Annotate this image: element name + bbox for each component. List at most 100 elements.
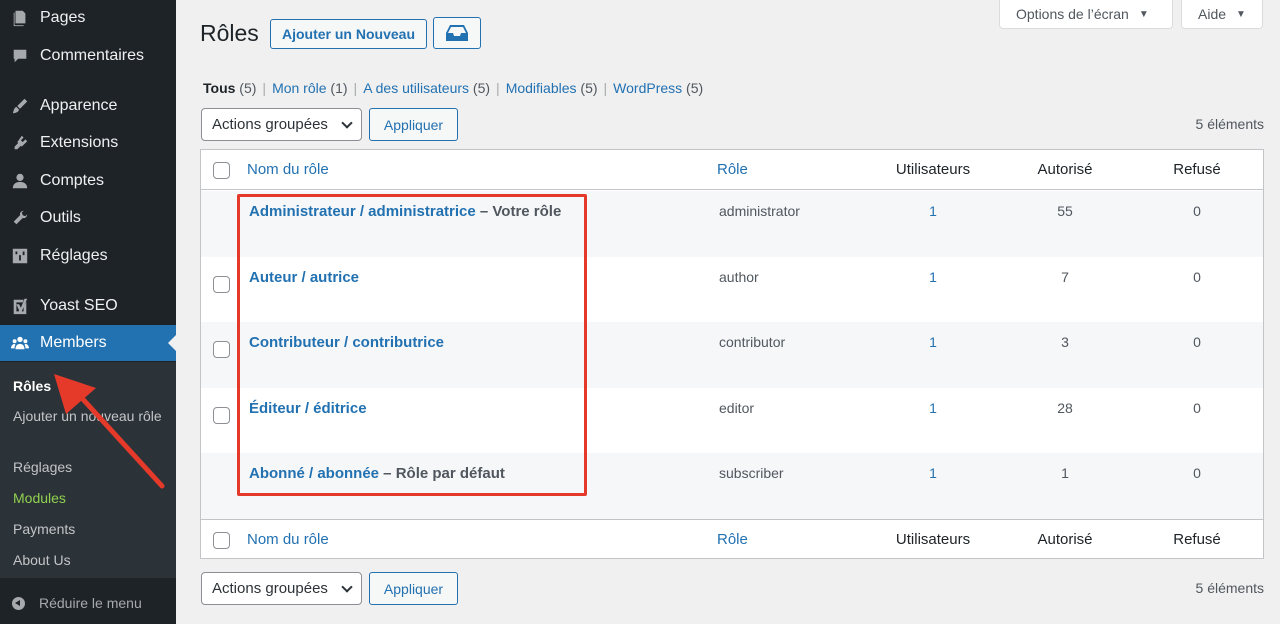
granted-count: 3 <box>1061 334 1069 350</box>
comments-icon <box>0 47 40 65</box>
table-header: Nom du rôle Rôle Utilisateurs Autorisé R… <box>201 150 1263 190</box>
apply-button-bottom[interactable]: Appliquer <box>369 572 458 605</box>
bulk-actions-label: Actions groupées <box>212 116 328 133</box>
screen-options-tab[interactable]: Options de l’écran ▼ <box>999 0 1173 29</box>
column-role[interactable]: Rôle <box>717 150 748 190</box>
role-filters: Tous (5) | Mon rôle (1) | A des utilisateurs… <box>203 80 703 96</box>
menu-item-appearance[interactable]: Apparence <box>0 88 176 124</box>
row-checkbox[interactable] <box>213 276 230 293</box>
denied-count: 0 <box>1193 203 1201 219</box>
filter-all[interactable]: Tous <box>203 80 235 96</box>
column-denied: Refusé <box>1173 531 1221 548</box>
menu-label: Commentaires <box>40 47 145 64</box>
column-users: Utilisateurs <box>895 531 971 548</box>
menu-item-users[interactable]: Comptes <box>0 163 176 199</box>
users-icon <box>0 172 40 190</box>
select-all-checkbox[interactable] <box>213 162 230 179</box>
menu-item-yoast[interactable]: Yoast SEO <box>0 288 176 324</box>
chevron-down-icon <box>341 117 353 129</box>
column-role[interactable]: Rôle <box>717 520 748 560</box>
screen-options-label: Options de l’écran <box>1016 6 1129 22</box>
menu-label: Members <box>40 334 107 351</box>
filter-count: (5) <box>239 80 257 96</box>
collapse-label: Réduire le menu <box>39 595 142 611</box>
collapse-arrow-icon <box>12 596 25 610</box>
menu-item-pages[interactable]: Pages <box>0 0 176 36</box>
role-slug: author <box>719 269 759 285</box>
caret-down-icon: ▼ <box>1138 8 1149 20</box>
collapse-menu-button[interactable]: Réduire le menu <box>0 588 176 618</box>
filter-wordpress[interactable]: WordPress <box>613 80 682 96</box>
filter-separator: | <box>262 80 267 96</box>
menu-label: Comptes <box>40 172 105 189</box>
filter-count: (1) <box>330 80 348 96</box>
menu-label: Pages <box>40 9 86 26</box>
admin-sidebar: Pages Commentaires Apparence Extensions … <box>0 0 176 624</box>
filter-editable[interactable]: Modifiables <box>506 80 577 96</box>
inbox-button[interactable] <box>433 17 481 49</box>
denied-count: 0 <box>1193 269 1201 285</box>
inbox-icon <box>446 25 468 41</box>
appearance-icon <box>0 97 40 115</box>
bulk-actions-select-top[interactable]: Actions groupées <box>201 108 362 141</box>
role-slug: administrator <box>719 203 800 219</box>
column-users: Utilisateurs <box>895 161 971 178</box>
column-role-name[interactable]: Nom du rôle <box>247 520 329 560</box>
caret-down-icon: ▼ <box>1236 8 1246 20</box>
annotation-arrow-icon <box>54 374 165 489</box>
items-count-top: 5 éléments <box>1195 116 1264 132</box>
filter-separator: | <box>496 80 500 96</box>
apply-button-top[interactable]: Appliquer <box>369 108 458 141</box>
denied-count: 0 <box>1193 465 1201 481</box>
add-new-button[interactable]: Ajouter un Nouveau <box>270 19 427 49</box>
filter-separator: | <box>353 80 358 96</box>
role-slug: editor <box>719 400 755 416</box>
highlight-box <box>237 194 587 496</box>
granted-count: 1 <box>1061 465 1069 481</box>
users-count-link[interactable]: 1 <box>903 334 963 350</box>
menu-label: Apparence <box>40 97 118 114</box>
table-footer: Nom du rôle Rôle Utilisateurs Autorisé R… <box>201 519 1263 559</box>
bulk-actions-label: Actions groupées <box>212 580 328 597</box>
submenu-item-about-us[interactable]: About Us <box>13 550 163 570</box>
column-granted: Autorisé <box>1037 161 1093 178</box>
submenu-item-payments[interactable]: Payments <box>13 519 163 539</box>
users-count-link[interactable]: 1 <box>903 269 963 285</box>
filter-count: (5) <box>580 80 598 96</box>
column-granted: Autorisé <box>1037 531 1093 548</box>
menu-item-tools[interactable]: Outils <box>0 200 176 236</box>
chevron-down-icon <box>341 581 353 593</box>
filter-separator: | <box>603 80 608 96</box>
menu-item-members[interactable]: Members <box>0 325 176 361</box>
plugins-icon <box>0 134 40 152</box>
menu-label: Yoast SEO <box>40 297 118 314</box>
help-label: Aide <box>1198 6 1227 22</box>
bulk-actions-select-bottom[interactable]: Actions groupées <box>201 572 362 605</box>
filter-count: (5) <box>686 80 704 96</box>
menu-item-plugins[interactable]: Extensions <box>0 125 176 161</box>
members-icon <box>0 334 40 352</box>
tools-icon <box>0 209 40 227</box>
select-all-checkbox-footer[interactable] <box>213 532 230 549</box>
filter-has-users[interactable]: A des utilisateurs <box>363 80 469 96</box>
filter-count: (5) <box>472 80 491 96</box>
users-count-link[interactable]: 1 <box>903 400 963 416</box>
filter-mine[interactable]: Mon rôle <box>272 80 326 96</box>
row-checkbox[interactable] <box>213 407 230 424</box>
column-role-name[interactable]: Nom du rôle <box>247 150 329 190</box>
users-count-link[interactable]: 1 <box>903 465 963 481</box>
items-count-bottom: 5 éléments <box>1195 580 1264 596</box>
page-title: Rôles <box>200 20 259 46</box>
menu-item-comments[interactable]: Commentaires <box>0 38 176 74</box>
menu-label: Outils <box>40 209 81 226</box>
users-count-link[interactable]: 1 <box>903 203 963 219</box>
help-tab[interactable]: Aide ▼ <box>1181 0 1263 29</box>
granted-count: 28 <box>1057 400 1073 416</box>
yoast-icon <box>0 297 40 315</box>
role-slug: contributor <box>719 334 786 350</box>
menu-item-settings[interactable]: Réglages <box>0 238 176 274</box>
row-checkbox[interactable] <box>213 341 230 358</box>
pages-icon <box>0 9 40 27</box>
settings-icon <box>0 247 40 265</box>
menu-label: Extensions <box>40 134 119 151</box>
